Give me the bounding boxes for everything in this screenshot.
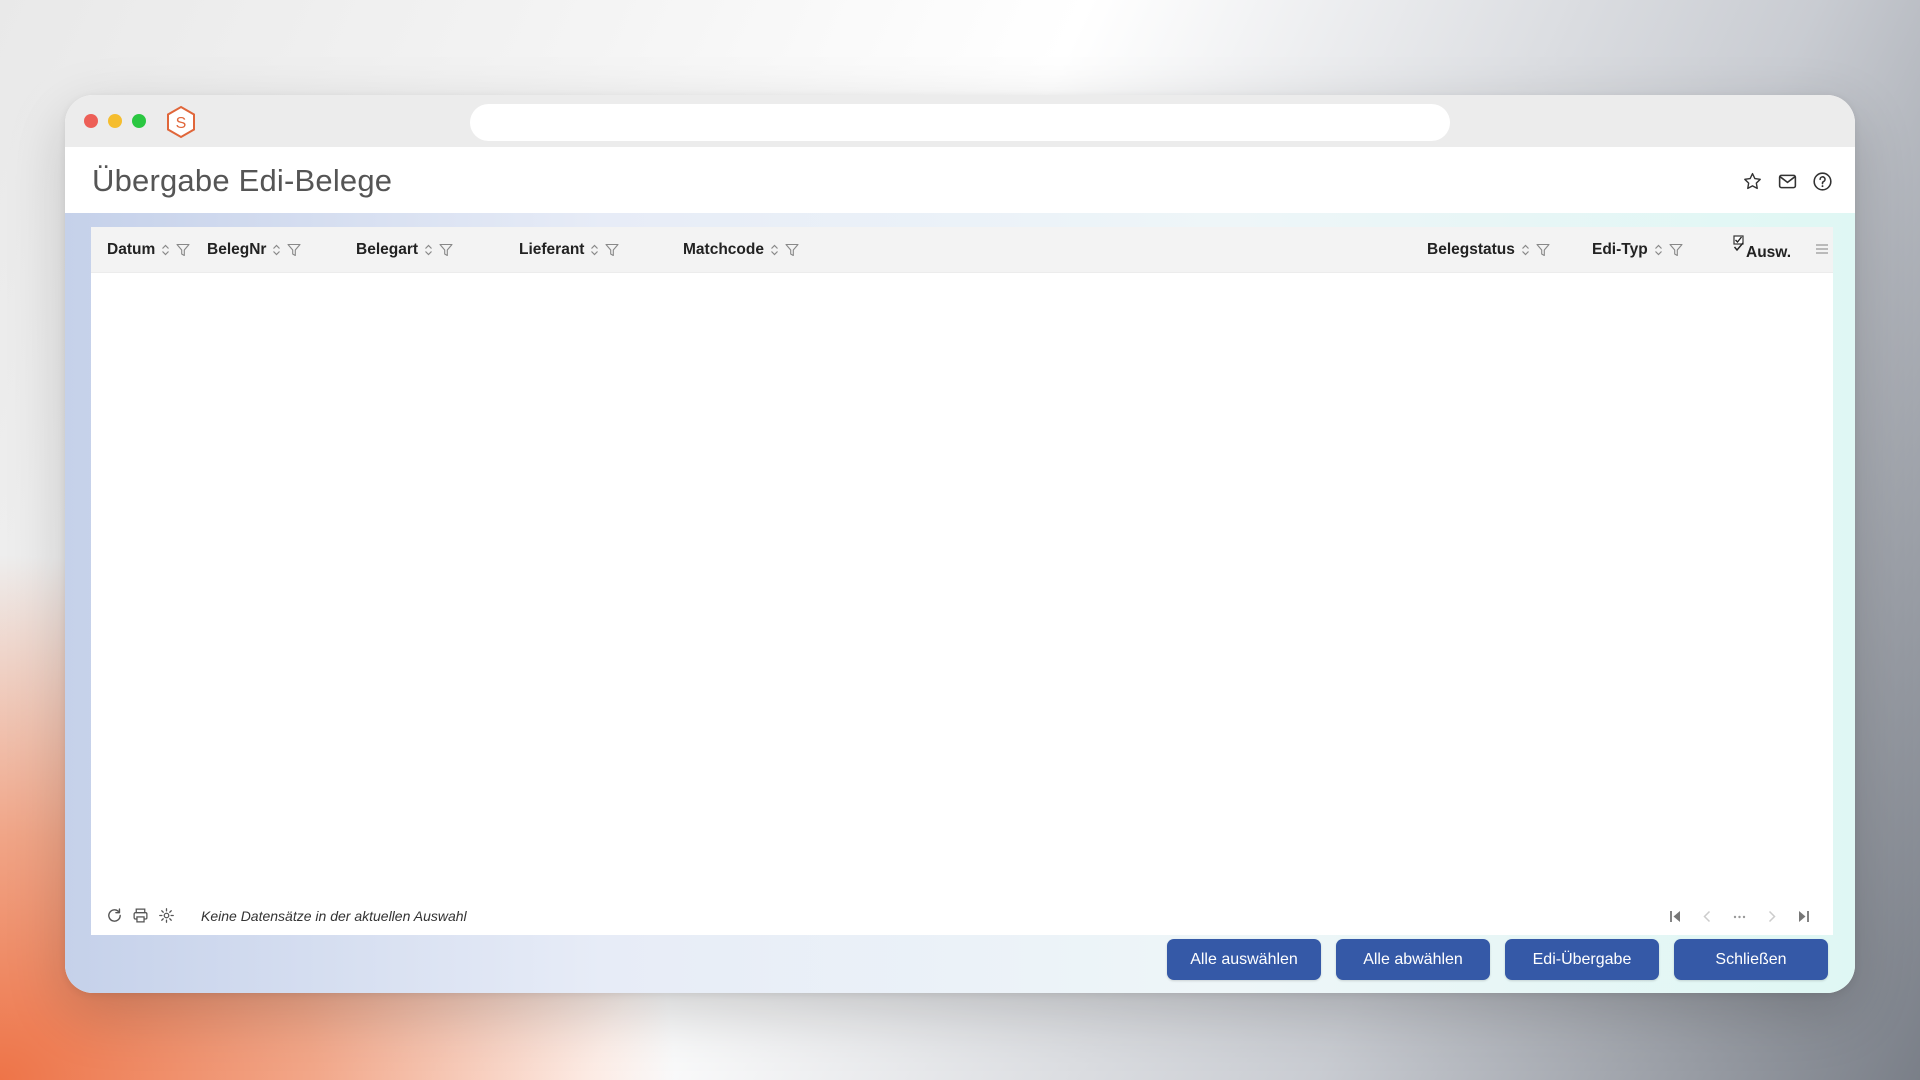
column-menu-icon[interactable] — [1815, 242, 1829, 261]
grid-header: Datum BelegNr Belegart Lieferant Matchco… — [91, 227, 1833, 273]
sort-icon[interactable] — [424, 243, 433, 257]
column-header-lieferant[interactable]: Lieferant — [519, 227, 620, 273]
filter-icon[interactable] — [176, 243, 190, 257]
column-header-datum[interactable]: Datum — [107, 227, 190, 273]
first-page-icon[interactable] — [1668, 909, 1683, 924]
star-icon[interactable] — [1742, 171, 1763, 192]
select-all-button[interactable]: Alle auswählen — [1167, 939, 1321, 980]
filter-icon[interactable] — [287, 243, 301, 257]
sort-icon[interactable] — [590, 243, 599, 257]
window-controls — [84, 114, 146, 128]
filter-icon[interactable] — [439, 243, 453, 257]
svg-text:S: S — [176, 115, 187, 132]
pagination — [1668, 909, 1811, 924]
column-label: Lieferant — [519, 241, 585, 258]
refresh-icon[interactable] — [106, 907, 123, 924]
column-label: Datum — [107, 241, 156, 258]
address-bar[interactable] — [470, 104, 1450, 141]
column-label: Edi-Typ — [1592, 241, 1648, 258]
deselect-all-button[interactable]: Alle abwählen — [1336, 939, 1490, 980]
column-header-ausw[interactable]: Ausw. — [1733, 227, 1791, 273]
filter-icon[interactable] — [605, 243, 620, 257]
header-actions — [1742, 171, 1833, 192]
app-window: S Übergabe Edi-Belege Datum BelegNr Bele… — [65, 95, 1855, 993]
page-header: Übergabe Edi-Belege — [65, 147, 1855, 213]
minimize-window-button[interactable] — [108, 114, 122, 128]
app-logo-icon: S — [167, 105, 195, 139]
page-ellipsis-icon[interactable] — [1732, 909, 1747, 924]
sort-icon[interactable] — [272, 243, 281, 257]
content-area: Datum BelegNr Belegart Lieferant Matchco… — [65, 213, 1855, 993]
column-header-edi-typ[interactable]: Edi-Typ — [1592, 227, 1683, 273]
column-header-belegstatus[interactable]: Belegstatus — [1427, 227, 1550, 273]
close-window-button[interactable] — [84, 114, 98, 128]
grid-status-text: Keine Datensätze in der aktuellen Auswah… — [201, 908, 467, 924]
previous-page-icon[interactable] — [1700, 909, 1715, 924]
filter-icon[interactable] — [785, 243, 799, 257]
column-label: Matchcode — [683, 241, 764, 258]
filter-icon[interactable] — [1536, 243, 1550, 257]
grid-footer: Keine Datensätze in der aktuellen Auswah… — [91, 895, 1833, 935]
filter-icon[interactable] — [1669, 243, 1683, 257]
print-icon[interactable] — [132, 907, 149, 924]
close-button[interactable]: Schließen — [1674, 939, 1828, 980]
column-label: Ausw. — [1746, 244, 1792, 261]
column-label: BelegNr — [207, 241, 267, 258]
sort-icon[interactable] — [1654, 243, 1663, 257]
page-title: Übergabe Edi-Belege — [92, 163, 393, 198]
settings-icon[interactable] — [158, 907, 175, 924]
sort-icon[interactable] — [1521, 243, 1530, 257]
last-page-icon[interactable] — [1796, 909, 1811, 924]
sort-icon[interactable] — [161, 243, 170, 257]
column-header-belegart[interactable]: Belegart — [356, 227, 453, 273]
next-page-icon[interactable] — [1764, 909, 1779, 924]
sort-icon[interactable] — [770, 243, 779, 257]
data-grid: Datum BelegNr Belegart Lieferant Matchco… — [91, 227, 1833, 935]
edi-transfer-button[interactable]: Edi-Übergabe — [1505, 939, 1659, 980]
column-header-belegnr[interactable]: BelegNr — [207, 227, 301, 273]
title-bar: S — [65, 95, 1855, 147]
help-icon[interactable] — [1812, 171, 1833, 192]
dialog-actions: Alle auswählen Alle abwählen Edi-Übergab… — [1167, 939, 1828, 980]
mail-icon[interactable] — [1777, 171, 1798, 192]
grid-toolbar — [106, 907, 175, 924]
column-header-matchcode[interactable]: Matchcode — [683, 227, 799, 273]
select-all-checkbox[interactable] — [1733, 234, 1745, 258]
maximize-window-button[interactable] — [132, 114, 146, 128]
column-label: Belegstatus — [1427, 241, 1515, 258]
column-label: Belegart — [356, 241, 419, 258]
